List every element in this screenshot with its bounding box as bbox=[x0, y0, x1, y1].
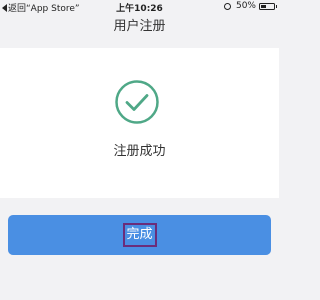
battery-tip bbox=[275, 5, 277, 8]
status-bar: 返回“App Store” 上午10:26 50% bbox=[0, 0, 279, 14]
check-mark bbox=[125, 94, 149, 111]
check-circle-ring bbox=[115, 80, 159, 124]
screen: 返回“App Store” 上午10:26 50% 用户注册 注册成功 完成 bbox=[0, 0, 279, 300]
page-title: 用户注册 bbox=[113, 19, 166, 34]
battery-percent: 50% bbox=[235, 1, 256, 11]
success-message: 注册成功 bbox=[113, 144, 166, 159]
success-card: 注册成功 bbox=[0, 48, 279, 198]
done-button[interactable]: 完成 bbox=[8, 215, 271, 255]
battery-fill bbox=[261, 4, 266, 8]
check-circle-icon bbox=[115, 80, 159, 124]
nav-bar: 用户注册 bbox=[0, 14, 279, 46]
done-button-label: 完成 bbox=[122, 223, 157, 247]
battery-icon bbox=[259, 2, 277, 10]
status-indicators: 50% bbox=[223, 1, 277, 11]
alarm-icon bbox=[223, 2, 231, 10]
